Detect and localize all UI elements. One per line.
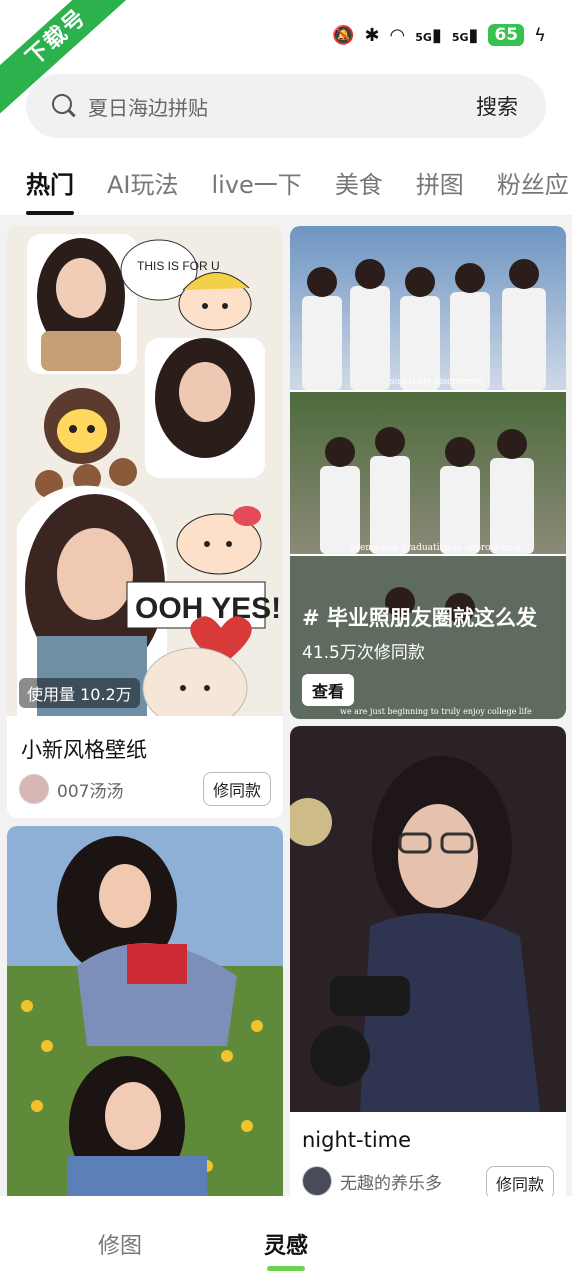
tab-ai[interactable]: AI玩法 [107, 165, 179, 200]
usage-count-badge: 使用量 10.2万 [19, 678, 140, 708]
template-card-night-time[interactable]: night-time 无趣的养乐多 修同款 [290, 726, 566, 1204]
signal-icon-2: 5G▮ [451, 24, 479, 46]
signal-label-2: 5G [451, 30, 469, 44]
search-input[interactable]: 夏日海边拼贴 [88, 92, 476, 121]
bottom-nav: 修图 灵感 [0, 1196, 572, 1279]
view-button[interactable]: 查看 [302, 674, 355, 706]
mute-bell-icon: 🔕 [332, 24, 355, 46]
author-row[interactable]: 无趣的养乐多 [302, 1166, 442, 1196]
svg-text:we are just beginning to truly: we are just beginning to truly enjoy col… [340, 707, 532, 716]
card-title: night-time [302, 1128, 412, 1152]
author-row[interactable]: 007汤汤 [19, 774, 123, 804]
status-bar: 🔕 ✱ ◠ 5G▮ 5G▮ 65 ϟ [332, 18, 546, 52]
bear-sticker [44, 388, 120, 464]
girl-sticker-2 [145, 338, 265, 478]
svg-text:seems like graduation is appro: seems like graduation is approaching [350, 543, 521, 553]
card-title: 小新风格壁纸 [21, 738, 147, 762]
bluetooth-icon: ✱ [364, 24, 380, 46]
nav-inspiration[interactable]: 灵感 [264, 1228, 308, 1260]
tab-fans[interactable]: 粉丝应 [497, 165, 569, 200]
header: 下载号 🔕 ✱ ◠ 5G▮ 5G▮ 65 ϟ 夏日海边拼贴 搜索 热门 AI玩法… [0, 0, 572, 215]
use-template-button[interactable]: 修同款 [485, 1166, 554, 1200]
charging-icon: ϟ [534, 24, 546, 46]
avatar [302, 1166, 332, 1196]
tab-live[interactable]: live一下 [212, 165, 302, 200]
topic-title: # 毕业照朋友圈就这么发 [302, 606, 537, 630]
template-card-flower-field[interactable] [7, 826, 283, 1204]
nav-retouch[interactable]: 修图 [98, 1228, 142, 1260]
svg-text:THIS IS FOR U: THIS IS FOR U [137, 259, 220, 273]
search-icon [46, 86, 86, 126]
nav-active-indicator [267, 1266, 305, 1271]
use-template-button[interactable]: 修同款 [202, 772, 271, 806]
topic-subtitle: 41.5万次修同款 [302, 643, 425, 663]
search-bar[interactable]: 夏日海边拼贴 搜索 [26, 74, 546, 138]
tab-hot[interactable]: 热门 [26, 165, 74, 215]
flower-field-image [7, 826, 283, 1204]
night-portrait-image [290, 726, 566, 1112]
tab-collage[interactable]: 拼图 [416, 165, 464, 200]
collage-image: THIS IS FOR U OOH YES! [7, 226, 283, 716]
signal-icon: 5G▮ [415, 24, 442, 46]
svg-text:suddenly discovered: suddenly discovered [390, 377, 484, 387]
avatar [19, 774, 49, 804]
search-button[interactable]: 搜索 [476, 91, 518, 121]
signal-label: 5G [415, 30, 432, 44]
template-card-crayon-wallpaper[interactable]: THIS IS FOR U OOH YES! 使用量 10.2万 小新风格壁纸 … [7, 226, 283, 818]
tab-food[interactable]: 美食 [335, 165, 383, 200]
category-tabs: 热门 AI玩法 live一下 美食 拼图 粉丝应 [26, 165, 569, 215]
template-card-graduation[interactable]: suddenly discovered seems like graduatio… [290, 226, 566, 719]
girl-sticker-1 [27, 234, 137, 374]
author-name: 007汤汤 [57, 781, 124, 802]
wifi-icon: ◠ [389, 24, 406, 46]
battery-icon: 65 [488, 24, 525, 46]
author-name: 无趣的养乐多 [340, 1173, 442, 1194]
